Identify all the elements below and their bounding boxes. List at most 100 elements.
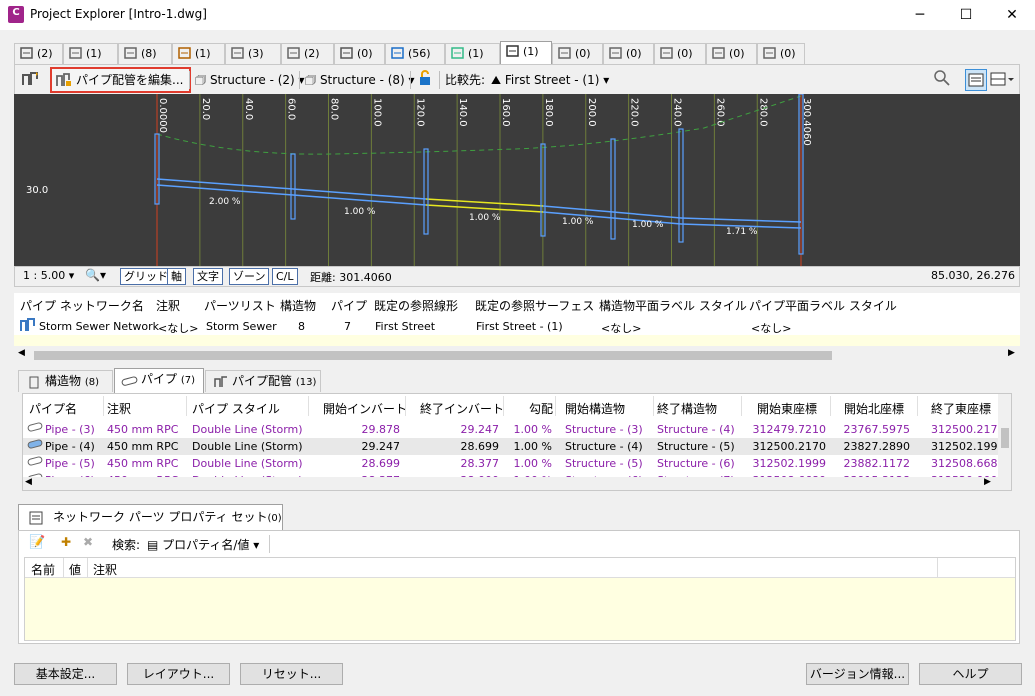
zone-toggle[interactable]: ゾーン	[229, 268, 270, 285]
network-horizontal-scrollbar[interactable]: ◀ ▶	[14, 348, 1020, 362]
network-column-header[interactable]: 既定の参照サーフェス	[475, 297, 594, 314]
pipe-top-line	[542, 205, 614, 213]
tab-parcel[interactable]: (8)	[118, 43, 172, 64]
tab-point-group[interactable]: (1)	[445, 43, 500, 64]
tab-surface[interactable]: (2)	[281, 43, 334, 64]
structure-dropdown-b[interactable]: 🗇 Structure - (8) ▾	[305, 69, 415, 91]
scrollbar-thumb[interactable]	[34, 351, 832, 360]
pipe-column-header[interactable]: 終了インバート	[420, 400, 504, 417]
compare-dropdown[interactable]: ⛰ First Street - (1) ▾	[491, 69, 609, 91]
pipe-column-header[interactable]: 開始インバート	[323, 400, 407, 417]
axis-toggle[interactable]: 軸	[167, 268, 186, 285]
pipe-column-header[interactable]: 注釈	[107, 400, 131, 417]
structure-marker[interactable]	[678, 128, 684, 243]
table-cell: Double Line (Storm)	[192, 423, 303, 436]
network-cell: Storm Sewer Network	[39, 320, 160, 333]
scale-dropdown[interactable]: 1 : 5.00 ▾	[23, 269, 74, 282]
search-input[interactable]	[269, 535, 469, 553]
zoom-dropdown[interactable]: 🔍▾	[85, 268, 106, 282]
remove-property-icon[interactable]: ✖	[83, 535, 93, 549]
new-property-icon[interactable]: ✚	[61, 535, 71, 549]
pipe-table-horizontal-scrollbar[interactable]: ◀ ▶	[23, 477, 1011, 490]
feature-line-icon	[339, 46, 355, 60]
pipe-column-header[interactable]: パイプ名	[29, 400, 77, 417]
reset-button[interactable]: リセット...	[240, 663, 343, 685]
search-field-dropdown[interactable]: ▤ プロパティ名/値 ▾	[147, 536, 259, 553]
column-divider	[63, 558, 64, 578]
tab-pipes[interactable]: パイプ (7)	[114, 368, 204, 393]
table-cell: 1.00 %	[513, 457, 552, 470]
version-info-button[interactable]: バージョン情報...	[806, 663, 909, 685]
scroll-right-arrow[interactable]: ▶	[1008, 348, 1015, 358]
tab-pipe-network[interactable]: (1)	[500, 41, 552, 64]
table-row[interactable]: Pipe - (3) 450 mm RPC Double Line (Storm) 2…	[23, 421, 1004, 438]
pipe-column-header[interactable]: 開始東座標	[757, 400, 817, 417]
tab-section[interactable]: (3)	[225, 43, 281, 64]
minimize-button[interactable]: ─	[897, 0, 943, 30]
lock-button[interactable]	[417, 69, 435, 91]
station-label: 140.0	[457, 98, 468, 127]
grid-toggle[interactable]: グリッド	[120, 268, 172, 285]
settings-button[interactable]: 基本設定...	[14, 663, 117, 685]
pipe-column-header[interactable]: 終了東座標	[931, 400, 991, 417]
scroll-right-arrow[interactable]: ▶	[984, 477, 991, 487]
pipe-top-line	[612, 211, 682, 219]
scrollbar-thumb[interactable]	[1001, 428, 1009, 448]
network-column-header[interactable]: 注釈	[156, 297, 180, 314]
tab-report[interactable]: (0)	[706, 43, 757, 64]
structure-dropdown-a[interactable]: 🗇 Structure - (2) ▾	[195, 69, 305, 91]
tab-structures[interactable]: 構造物 (8)	[18, 370, 113, 392]
pipe-column-header[interactable]: 開始構造物	[565, 400, 625, 417]
add-property-set-icon[interactable]: 📝	[29, 535, 45, 550]
structure-marker[interactable]	[290, 153, 296, 220]
tab-property-sets[interactable]: ネットワーク パーツ プロパティ セット(0)	[18, 504, 283, 530]
layout-button[interactable]: レイアウト...	[127, 663, 230, 685]
tab-alignment[interactable]: (2)	[14, 43, 63, 64]
edit-pipe-run-button[interactable]: パイプ配管を編集...	[50, 67, 192, 93]
pipe-column-header[interactable]: パイプ スタイル	[192, 400, 280, 417]
network-cell: <なし>	[751, 322, 792, 335]
scroll-left-arrow[interactable]: ◀	[18, 348, 25, 358]
network-column-header[interactable]: 構造物	[280, 297, 316, 314]
centerline-toggle[interactable]: C/L	[272, 268, 298, 285]
scroll-left-arrow[interactable]: ◀	[25, 477, 32, 487]
network-column-header[interactable]: 既定の参照線形	[374, 297, 458, 314]
tab-corridor[interactable]: (56)	[385, 43, 445, 64]
tab-drawing[interactable]: (0)	[757, 43, 805, 64]
network-row[interactable]: Storm Sewer Network <なし> Storm Sewer 8 7 Firs…	[14, 317, 1020, 335]
maximize-button[interactable]: ☐	[943, 0, 989, 30]
tab-site[interactable]: (1)	[63, 43, 118, 64]
lock-icon	[420, 70, 430, 85]
tab-feature-line[interactable]: (0)	[334, 43, 385, 64]
zoom-button[interactable]	[933, 69, 953, 91]
table-cell: 28.377	[460, 457, 500, 470]
text-toggle[interactable]: 文字	[193, 268, 223, 285]
tab-sample-line[interactable]: (0)	[603, 43, 654, 64]
tab-pipe-runs[interactable]: パイプ配管 (13)	[205, 370, 321, 392]
pipe-column-header[interactable]: 勾配	[529, 400, 553, 417]
tab-view-frame[interactable]: (0)	[654, 43, 706, 64]
structure-marker[interactable]	[423, 148, 429, 235]
select-tool-button[interactable]	[21, 69, 45, 91]
help-button[interactable]: ヘルプ	[919, 663, 1022, 685]
list-view-button[interactable]	[965, 69, 987, 91]
tab-count: (0)	[575, 47, 591, 60]
split-view-button[interactable]	[989, 69, 1017, 91]
table-row[interactable]: Pipe - (5) 450 mm RPC Double Line (Storm) 2…	[23, 455, 1004, 472]
network-column-header[interactable]: パイプ平面ラベル スタイル	[749, 297, 897, 314]
tab-pressure-network[interactable]: (0)	[552, 43, 603, 64]
structure-marker[interactable]	[610, 138, 616, 240]
pipe-column-header[interactable]: 開始北座標	[844, 400, 904, 417]
network-new-row[interactable]	[14, 335, 1020, 346]
close-button[interactable]: ✕	[989, 0, 1035, 30]
profile-view[interactable]: 0.0000 20.0 40.0 60.0 80.0 100.0 120.0 140.0 160…	[14, 94, 1020, 266]
network-column-header[interactable]: パイプ	[331, 297, 367, 314]
pipe-column-header[interactable]: 終了構造物	[657, 400, 717, 417]
station-label: 160.0	[500, 98, 511, 127]
tab-profile[interactable]: (1)	[172, 43, 225, 64]
network-column-header[interactable]: パイプ ネットワーク名	[20, 297, 144, 314]
network-column-header[interactable]: 構造物平面ラベル スタイル	[599, 297, 747, 314]
pipe-table-vertical-scrollbar[interactable]	[998, 394, 1011, 477]
table-row[interactable]: Pipe - (4) 450 mm RPC Double Line (Storm) 2…	[23, 438, 1004, 455]
network-column-header[interactable]: パーツリスト	[204, 297, 276, 314]
